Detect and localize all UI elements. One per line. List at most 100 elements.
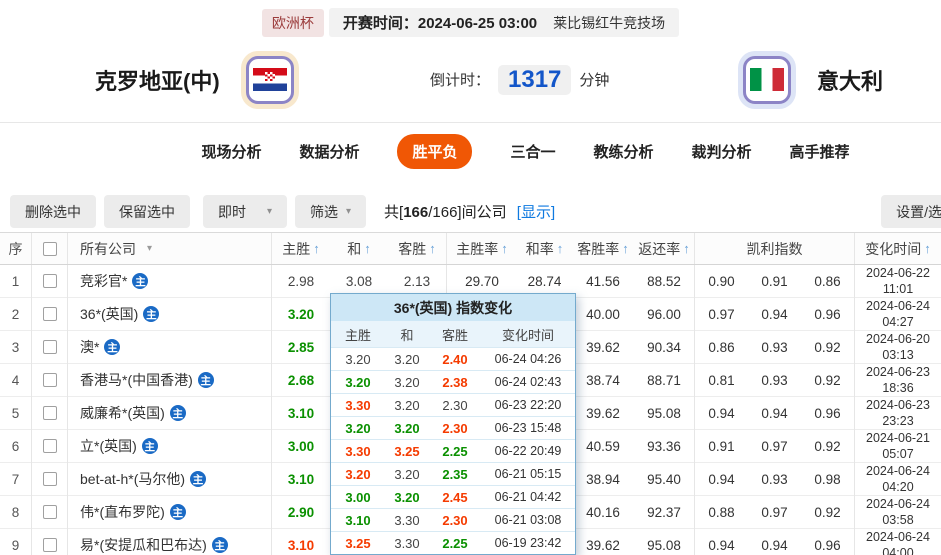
away-rate: 39.62 (586, 537, 620, 553)
kelly-values: 0.97 0.94 0.96 (695, 298, 855, 331)
row-checkbox[interactable] (42, 373, 57, 388)
select-all-checkbox[interactable] (42, 241, 57, 256)
row-checkbox-cell (32, 364, 68, 397)
chevron-down-icon: ▾ (147, 243, 153, 254)
popup-change-time: 06-19 23:42 (494, 536, 562, 550)
sort-up-icon: ↑ (622, 241, 629, 256)
countdown-unit: 分钟 (579, 72, 610, 89)
popup-row: 3.00 3.20 2.45 06-21 04:42 (331, 485, 575, 508)
popup-row: 3.10 3.30 2.30 06-21 03:08 (331, 508, 575, 531)
popup-row: 3.30 3.25 2.25 06-22 20:49 (331, 439, 575, 462)
popup-away-odds: 2.30 (442, 397, 468, 413)
popup-away-odds: 2.40 (442, 351, 468, 367)
company-name[interactable]: 香港马*(中国香港) 主 (68, 364, 272, 397)
company-name[interactable]: 威廉希*(英国) 主 (68, 397, 272, 430)
popup-away-odds: 2.45 (442, 489, 468, 505)
filter-dropdown[interactable]: 筛选 ▾ (295, 195, 367, 228)
popup-draw-odds: 3.25 (394, 443, 420, 459)
company-name[interactable]: 澳* 主 (68, 331, 272, 364)
chevron-down-icon: ▾ (266, 206, 272, 217)
change-time: 2024-06-23 18:36 (866, 365, 930, 396)
company-name[interactable]: 竞彩官* 主 (68, 265, 272, 298)
return-rate: 93.36 (634, 430, 695, 463)
popup-col-2: 和 (400, 327, 414, 343)
company-name[interactable]: 36*(英国) 主 (68, 298, 272, 331)
keep-selected-button[interactable]: 保留选中 (104, 195, 190, 228)
odds-home: 3.10 (287, 471, 315, 487)
popup-row: 3.30 3.20 2.30 06-23 22:20 (331, 393, 575, 416)
away-rate: 39.62 (586, 405, 620, 421)
return-rate: 95.40 (634, 463, 695, 496)
tab-2[interactable]: 数据分析 (299, 134, 359, 169)
tab-1[interactable]: 现场分析 (201, 134, 261, 169)
tab-7[interactable]: 高手推荐 (790, 134, 850, 169)
popup-draw-odds: 3.30 (394, 535, 420, 551)
col-company[interactable]: 所有公司 ▾ (68, 233, 272, 264)
change-time: 2024-06-24 04:27 (866, 299, 930, 330)
row-checkbox-cell (32, 529, 68, 555)
col-home-win[interactable]: 主胜 ↑ (272, 233, 330, 264)
change-time: 2024-06-24 03:58 (866, 497, 930, 528)
row-checkbox[interactable] (42, 274, 57, 289)
popup-col-1: 主胜 (344, 327, 371, 343)
tab-4[interactable]: 三合一 (510, 134, 555, 169)
col-return-rate[interactable]: 返还率 ↑ (634, 233, 695, 264)
home-team-name: 克罗地亚(中) (95, 68, 220, 94)
row-checkbox[interactable] (42, 439, 57, 454)
company-name[interactable]: bet-at-h*(马尔他) 主 (68, 463, 272, 496)
show-link[interactable]: [显示] (517, 204, 555, 221)
odds-home: 3.10 (287, 537, 315, 553)
tab-3[interactable]: 胜平负 (397, 134, 473, 169)
kelly-values: 0.88 0.97 0.92 (695, 496, 855, 529)
row-checkbox-cell (32, 331, 68, 364)
tab-6[interactable]: 裁判分析 (692, 134, 752, 169)
col-draw[interactable]: 和 ↑ (330, 233, 388, 264)
popup-draw-odds: 3.20 (394, 351, 420, 367)
sort-up-icon: ↑ (429, 241, 436, 256)
col-away-rate[interactable]: 客胜率 ↑ (572, 233, 634, 264)
col-away-win[interactable]: 客胜 ↑ (388, 233, 447, 264)
col-home-rate[interactable]: 主胜率 ↑ (447, 233, 517, 264)
row-checkbox-cell (32, 463, 68, 496)
popup-draw-odds: 3.20 (394, 397, 420, 413)
popup-change-time: 06-21 03:08 (494, 513, 562, 527)
odds-table-header: 序 所有公司 ▾ 主胜 ↑ 和 ↑ 客胜 ↑ 主胜率 ↑ 和率 ↑ 客胜率 ↑ 返还率 ↑ 凯利… (0, 232, 941, 265)
live-odds-dropdown[interactable]: 即时 ▾ (203, 195, 287, 228)
tab-5[interactable]: 教练分析 (594, 134, 654, 169)
popup-home-odds: 3.20 (345, 351, 371, 367)
popup-title: 36*(英国) 指数变化 (331, 294, 575, 321)
company-name[interactable]: 易*(安提瓜和巴布达) 主 (68, 529, 272, 555)
col-draw-rate[interactable]: 和率 ↑ (517, 233, 572, 264)
popup-body: 3.20 3.20 2.40 06-24 04:26 3.20 3.20 2.38 06-24… (331, 347, 575, 554)
col-change-time[interactable]: 变化时间 ↑ (855, 233, 941, 264)
row-checkbox-cell (32, 496, 68, 529)
row-checkbox-cell (32, 430, 68, 463)
row-checkbox[interactable] (42, 406, 57, 421)
return-rate: 92.37 (634, 496, 695, 529)
countdown: 倒计时： 1317 分钟 (430, 64, 610, 95)
row-checkbox[interactable] (42, 340, 57, 355)
company-name[interactable]: 伟*(直布罗陀) 主 (68, 496, 272, 529)
row-checkbox[interactable] (42, 538, 57, 553)
tab-bar: 现场分析 数据分析 胜平负 三合一 教练分析 裁判分析 高手推荐 (55, 123, 941, 181)
main-company-badge-icon: 主 (169, 504, 186, 521)
row-seq: 8 (0, 496, 32, 529)
row-seq: 6 (0, 430, 32, 463)
delete-selected-button[interactable]: 删除选中 (10, 195, 96, 228)
main-company-badge-icon: 主 (169, 405, 186, 422)
odds-home: 2.98 (287, 273, 315, 289)
row-checkbox[interactable] (42, 307, 57, 322)
settings-button[interactable]: 设置/选 (881, 195, 941, 228)
popup-draw-odds: 3.20 (394, 374, 420, 390)
popup-change-time: 06-21 04:42 (494, 490, 562, 504)
kickoff-time: 开赛时间：2024-06-25 03:00 (342, 15, 538, 32)
row-checkbox[interactable] (42, 472, 57, 487)
return-rate: 90.34 (634, 331, 695, 364)
row-seq: 3 (0, 331, 32, 364)
popup-change-time: 06-24 04:26 (494, 352, 562, 366)
row-checkbox[interactable] (42, 505, 57, 520)
popup-away-odds: 2.35 (442, 466, 468, 482)
sort-up-icon: ↑ (313, 241, 320, 256)
kelly-values: 0.94 0.93 0.98 (695, 463, 855, 496)
company-name[interactable]: 立*(英国) 主 (68, 430, 272, 463)
